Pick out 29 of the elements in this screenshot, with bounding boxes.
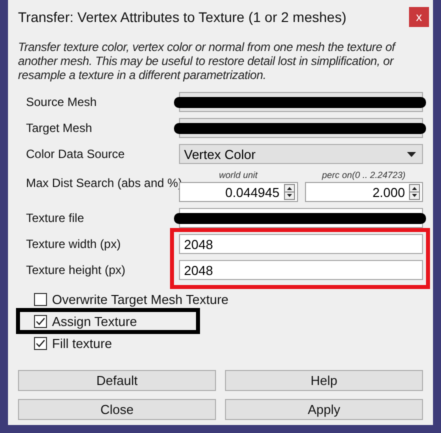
dropdown[interactable]: Vertex Color <box>179 144 423 164</box>
field-label: Texture file <box>25 210 86 226</box>
description-text: Transfer texture color, vertex color or normal from one mesh the texture of another mesh. This may be useful to restore detail lost in simplification, or resample a texture in a different parametrization. <box>18 40 397 82</box>
text-field[interactable]: 2048 <box>179 260 423 280</box>
checkbox[interactable] <box>34 336 47 350</box>
spin-arrows-icon <box>284 184 294 200</box>
checkbox-label: Fill texture <box>52 336 112 350</box>
field-label: Texture height (px) <box>25 262 126 278</box>
spin-box[interactable]: 2.000 <box>304 182 423 202</box>
window-close-button[interactable]: x <box>409 7 429 27</box>
dialog-button[interactable]: Default <box>18 370 216 391</box>
spin-box[interactable]: 0.044945 <box>179 182 298 202</box>
dialog-button[interactable]: Close <box>18 399 216 420</box>
checkbox-label: Assign Texture <box>52 314 138 328</box>
checkbox[interactable] <box>34 314 47 328</box>
dialog-button[interactable]: Help <box>225 370 423 391</box>
checkbox-label: Overwrite Target Mesh Texture <box>52 292 229 306</box>
field-label: Target Mesh <box>25 120 94 136</box>
window-title: Transfer: Vertex Attributes to Texture (1 or 2 meshes) <box>18 9 346 25</box>
spin-caption: world unit <box>218 170 258 182</box>
field-label: Source Mesh <box>25 94 98 110</box>
checkbox[interactable] <box>34 292 47 306</box>
spin-caption: perc on(0 .. 2.24723) <box>322 170 406 182</box>
field-label: Texture width (px) <box>25 236 122 252</box>
dialog-button[interactable]: Apply <box>225 399 423 420</box>
caret-icon <box>407 152 416 156</box>
spin-arrows-icon <box>409 184 420 200</box>
field-label: Color Data Source <box>25 146 126 162</box>
text-field[interactable]: 2048 <box>179 234 423 254</box>
